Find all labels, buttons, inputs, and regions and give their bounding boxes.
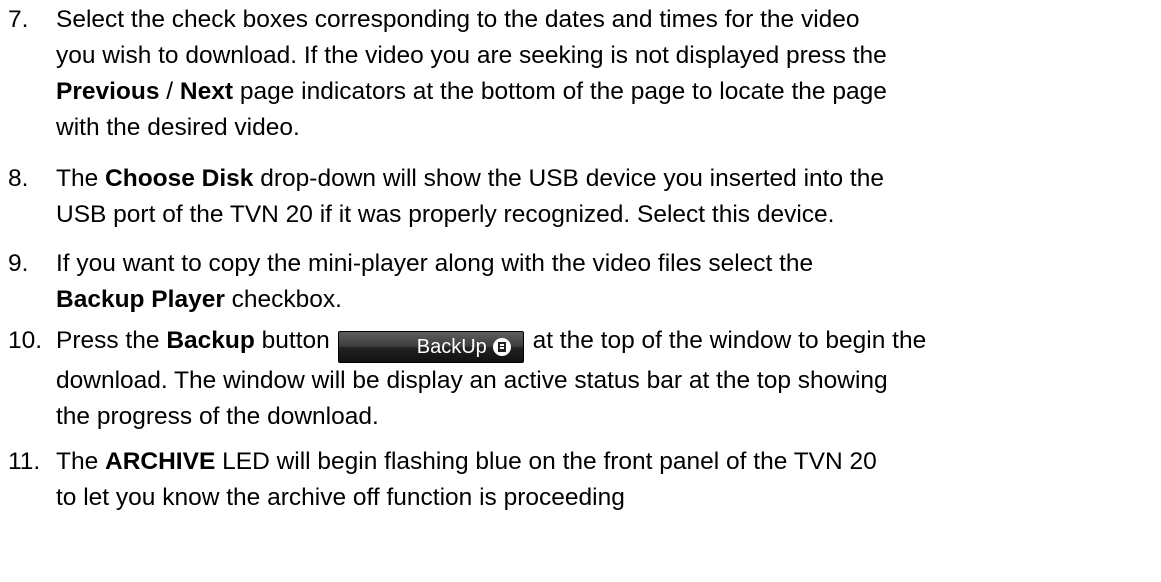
step-line: If you want to copy the mini-player alon…	[56, 250, 814, 277]
step-number: 10.	[8, 327, 43, 354]
choose-disk-term: Choose Disk	[105, 165, 254, 192]
next-term: Next	[179, 78, 234, 105]
step-line: with the desired video.	[56, 114, 300, 141]
step-line: The Choose Disk drop-down will show the …	[56, 161, 1136, 197]
backup-button-image: BackUp	[337, 331, 524, 363]
disk-save-icon	[492, 338, 511, 356]
step-line: to let you know the archive off function…	[56, 484, 625, 511]
step-line: Previous / Next page indicators at the b…	[56, 74, 1136, 110]
step-number: 9.	[8, 250, 29, 277]
step-line: you wish to download. If the video you a…	[56, 42, 887, 69]
step-text: The Choose Disk drop-down will show the …	[56, 161, 1136, 233]
step-line: Select the check boxes corresponding to …	[56, 6, 860, 33]
step-text: If you want to copy the mini-player alon…	[56, 246, 1136, 318]
step-number: 7.	[8, 6, 29, 33]
line-text: drop-down will show the USB device you i…	[253, 165, 884, 192]
step-line: download. The window will be display an …	[56, 367, 888, 394]
line-text: button	[254, 327, 330, 354]
separator: /	[159, 78, 180, 105]
step-text: Select the check boxes corresponding to …	[56, 2, 1136, 146]
line-text: The	[56, 448, 106, 475]
step-line: USB port of the TVN 20 if it was properl…	[56, 201, 835, 228]
line-text: Press the	[56, 327, 167, 354]
backup-term: Backup	[166, 327, 255, 354]
line-text: checkbox.	[224, 286, 342, 313]
line-text: at the top of the window to begin the	[525, 327, 927, 354]
step-number: 8.	[8, 165, 29, 192]
previous-term: Previous	[56, 78, 160, 105]
backup-button-label: BackUp	[416, 336, 487, 358]
step-line: The ARCHIVE LED will begin flashing blue…	[56, 444, 1136, 480]
step-line: Press the Backup button BackUp at the top…	[56, 323, 1136, 363]
line-text: LED will begin flashing blue on the fron…	[215, 448, 877, 475]
archive-term: ARCHIVE	[105, 448, 216, 475]
instruction-document: 7. Select the check boxes corresponding …	[0, 0, 1161, 582]
step-number: 11.	[8, 448, 41, 475]
step-line: Backup Player checkbox.	[56, 282, 1136, 318]
line-text: page indicators at the bottom of the pag…	[233, 78, 887, 105]
line-text: The	[56, 165, 106, 192]
step-text: Press the Backup button BackUp at the top…	[56, 323, 1136, 435]
backup-player-term: Backup Player	[56, 286, 225, 313]
step-text: The ARCHIVE LED will begin flashing blue…	[56, 444, 1136, 516]
step-line: the progress of the download.	[56, 403, 379, 430]
